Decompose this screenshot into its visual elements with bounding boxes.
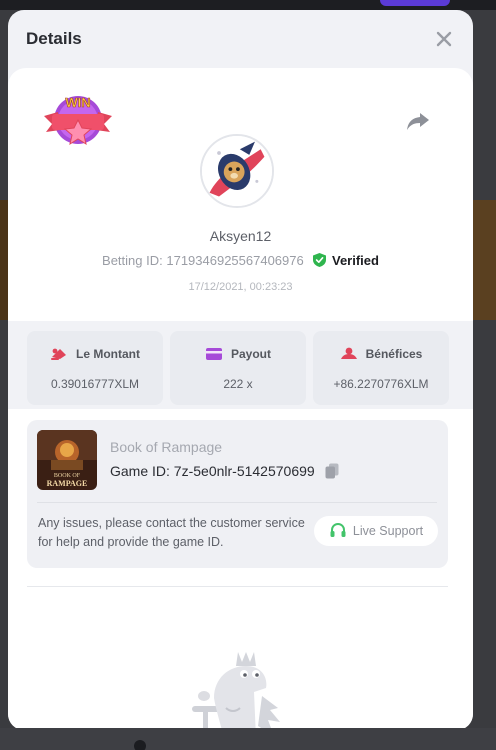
close-button[interactable] [433,28,455,50]
modal-header: Details [8,10,473,68]
thumb-title-2: RAMPAGE [47,479,88,488]
betting-id-value: 1719346925567406976 [166,253,304,268]
close-icon [436,31,452,47]
copy-icon[interactable] [325,463,339,479]
stat-payout-value: 222 x [223,377,253,391]
divider [37,502,437,503]
stat-amount-label: Le Montant [76,347,140,361]
modal-title: Details [26,29,82,48]
profit-icon [340,347,357,359]
game-info-box: BOOK OF RAMPAGE Book of Rampage Game ID:… [27,420,448,568]
game-thumbnail[interactable]: BOOK OF RAMPAGE [37,430,97,490]
background-banner-right [472,200,496,320]
game-id-row: Game ID: 7z-5e0nlr-5142570699 [110,463,339,479]
game-thumbnail-image: BOOK OF RAMPAGE [37,430,97,490]
avatar-image [202,136,272,206]
game-name[interactable]: Book of Rampage [110,439,222,455]
live-support-button[interactable]: Live Support [314,516,438,546]
shield-check-icon [313,253,327,267]
share-icon[interactable] [405,108,431,134]
stat-profit-value: +86.2270776XLM [333,377,429,391]
badge-text: WIN [65,95,90,110]
stat-amount: Le Montant 0.39016777XLM [27,331,163,405]
support-message: Any issues, please contact the customer … [38,516,305,549]
win-badge-icon: WIN [44,95,112,146]
avatar [200,134,274,208]
stats-section: Le Montant 0.39016777XLM Payout 222 x Bé… [8,321,473,409]
stat-profit-label: Bénéfices [365,347,423,361]
bet-detail-card: WIN Aksyen12 Betting ID: 171934692556740… [8,68,473,730]
live-support-label: Live Support [352,524,424,538]
mascot-illustration [192,652,280,730]
stat-profit: Bénéfices +86.2270776XLM [313,331,449,405]
headset-icon [330,522,346,537]
bet-timestamp: 17/12/2021, 00:23:23 [188,281,293,293]
betting-id-row: Betting ID: 1719346925567406976 Verified [8,253,473,268]
verified-label: Verified [331,253,379,268]
divider [27,586,448,587]
game-id-label: Game ID: [110,463,170,479]
betting-id-label: Betting ID: [102,253,163,268]
game-id-value: 7z-5e0nlr-5142570699 [173,463,315,479]
stat-payout: Payout 222 x [170,331,306,405]
background-footer [0,728,496,750]
stat-amount-value: 0.39016777XLM [50,377,140,391]
details-modal: Details WIN Aksyen12 Betting ID: 1719346… [8,10,473,730]
coins-icon [51,348,66,360]
background-indicator [134,740,146,750]
username: Aksyen12 [209,228,272,244]
background-button [380,0,450,6]
card-icon [205,348,222,360]
stat-payout-label: Payout [230,347,271,361]
